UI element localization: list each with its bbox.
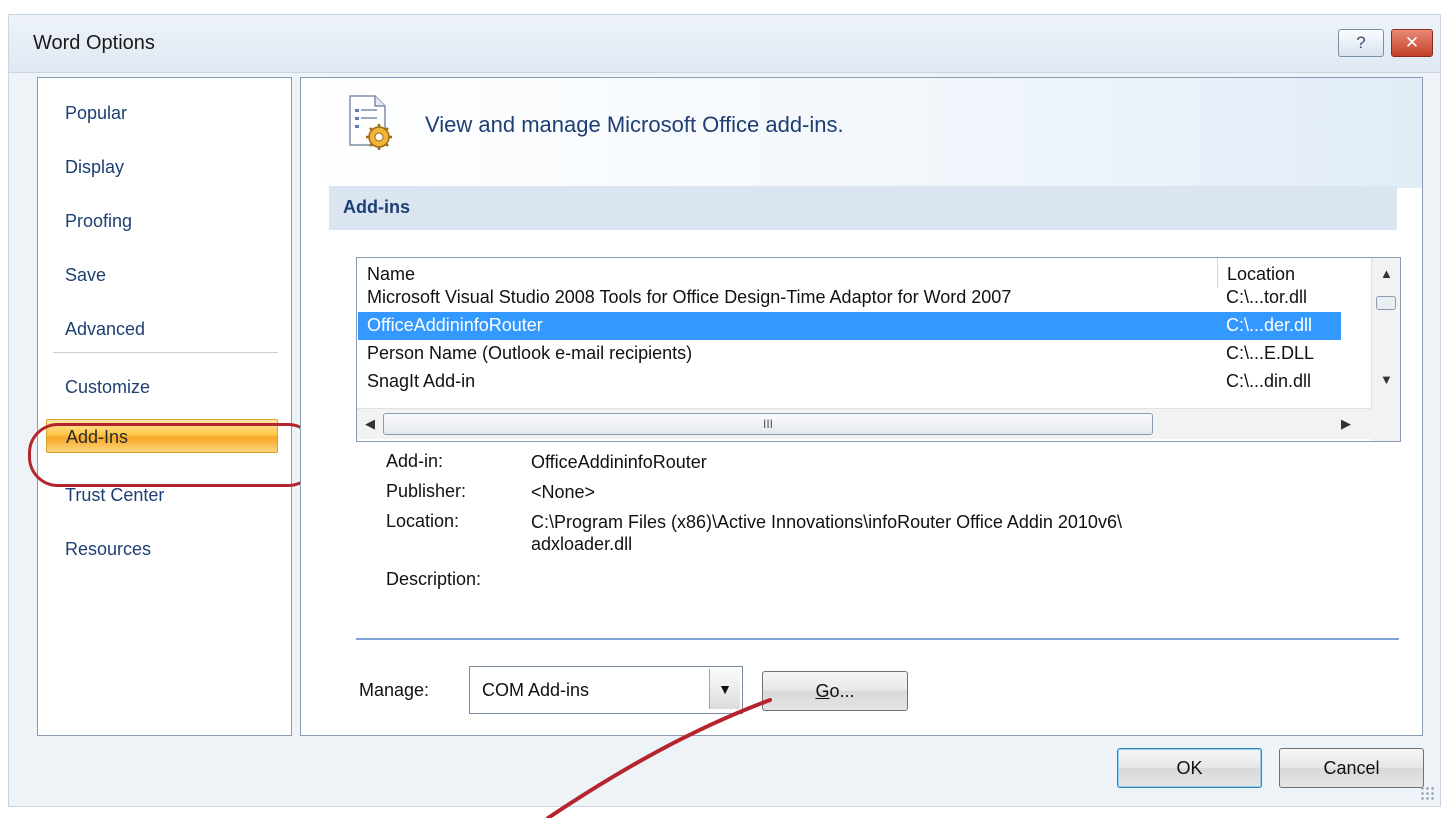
addin-location: C:\...din.dll [1226, 371, 1312, 391]
addin-name: OfficeAddininfoRouter [367, 315, 543, 335]
scroll-left-icon[interactable]: ◀ [365, 416, 375, 432]
scroll-grip-icon: III [762, 417, 773, 431]
list-item[interactable]: Microsoft Visual Studio 2008 Tools for O… [358, 284, 1341, 312]
detail-location-value-line1: C:\Program Files (x86)\Active Innovation… [531, 512, 1122, 532]
vertical-scroll-thumb[interactable] [1376, 296, 1396, 310]
manage-select[interactable]: COM Add-ins ▼ [469, 666, 743, 714]
cancel-button[interactable]: Cancel [1279, 748, 1424, 788]
nav-item-display[interactable]: Display [65, 152, 124, 182]
close-button[interactable]: ✕ [1391, 29, 1433, 57]
scroll-right-icon[interactable]: ▶ [1341, 416, 1351, 432]
go-button[interactable]: Go... [762, 671, 908, 711]
manage-select-value: COM Add-ins [482, 680, 590, 700]
vertical-scrollbar[interactable]: ▲ ▼ [1371, 258, 1400, 408]
addin-name: Microsoft Visual Studio 2008 Tools for O… [367, 287, 1012, 307]
detail-location-value-line2: adxloader.dll [531, 534, 633, 554]
ok-button[interactable]: OK [1117, 748, 1262, 788]
help-button[interactable]: ? [1338, 29, 1384, 57]
resize-grip-icon[interactable] [1420, 786, 1434, 800]
options-nav: Popular Display Proofing Save Advanced C… [28, 77, 318, 736]
nav-item-trust-center[interactable]: Trust Center [65, 480, 164, 510]
scroll-down-icon[interactable]: ▼ [1380, 372, 1393, 387]
column-header-name[interactable]: Name [367, 264, 415, 285]
word-options-window: Word Options ? ✕ Popular Display Proofin… [0, 0, 1447, 818]
horizontal-scroll-thumb[interactable]: III [383, 413, 1153, 435]
nav-item-save[interactable]: Save [65, 260, 106, 290]
scroll-up-icon[interactable]: ▲ [1380, 266, 1393, 281]
nav-item-add-ins[interactable]: Add-Ins [46, 419, 278, 453]
addin-location: C:\...E.DLL [1226, 343, 1315, 363]
addin-location: C:\...der.dll [1226, 315, 1313, 335]
horizontal-scrollbar[interactable]: ◀ III ▶ [357, 408, 1371, 439]
close-icon: ✕ [1404, 33, 1420, 52]
addins-panel: View and manage Microsoft Office add-ins… [300, 77, 1423, 736]
panel-header-text: View and manage Microsoft Office add-ins… [425, 112, 844, 137]
nav-item-resources[interactable]: Resources [65, 534, 151, 564]
addins-list[interactable]: Name Location Microsoft Visual Studio 20… [356, 257, 1401, 442]
column-header-location[interactable]: Location [1227, 264, 1295, 285]
section-divider [356, 638, 1399, 640]
nav-item-proofing[interactable]: Proofing [65, 206, 132, 236]
manage-label: Manage: [359, 680, 430, 700]
addin-location: C:\...tor.dll [1226, 287, 1308, 307]
window-title: Word Options [33, 32, 155, 54]
detail-description-label: Description: [386, 569, 482, 589]
detail-addin-value: OfficeAddininfoRouter [531, 452, 707, 472]
title-bar: Word Options ? ✕ [8, 14, 1441, 73]
detail-location-label: Location: [386, 511, 460, 531]
scroll-corner [1371, 408, 1400, 441]
detail-addin-label: Add-in: [386, 451, 444, 471]
detail-publisher-value: <None> [531, 482, 596, 502]
addins-icon [349, 95, 392, 150]
nav-item-popular[interactable]: Popular [65, 98, 127, 128]
detail-publisher-label: Publisher: [386, 481, 467, 501]
list-item-selected[interactable]: OfficeAddininfoRouter C:\...der.dll [358, 312, 1341, 340]
dropdown-button[interactable]: ▼ [709, 669, 740, 709]
chevron-down-icon: ▼ [718, 681, 732, 697]
panel-header: View and manage Microsoft Office add-ins… [301, 78, 1422, 188]
go-button-label: Go... [815, 680, 855, 701]
section-title-bar: Add-ins [329, 186, 1397, 230]
list-item[interactable]: SnagIt Add-in C:\...din.dll [358, 368, 1341, 408]
section-title: Add-ins [343, 197, 410, 217]
nav-item-advanced[interactable]: Advanced [65, 314, 145, 344]
dialog-body: Popular Display Proofing Save Advanced C… [8, 72, 1441, 807]
help-icon: ? [1356, 33, 1366, 52]
addin-name: SnagIt Add-in [367, 371, 476, 391]
list-item[interactable]: Person Name (Outlook e-mail recipients) … [358, 340, 1341, 368]
nav-separator [53, 352, 278, 353]
addin-name: Person Name (Outlook e-mail recipients) [367, 343, 693, 363]
nav-item-customize[interactable]: Customize [65, 372, 150, 402]
